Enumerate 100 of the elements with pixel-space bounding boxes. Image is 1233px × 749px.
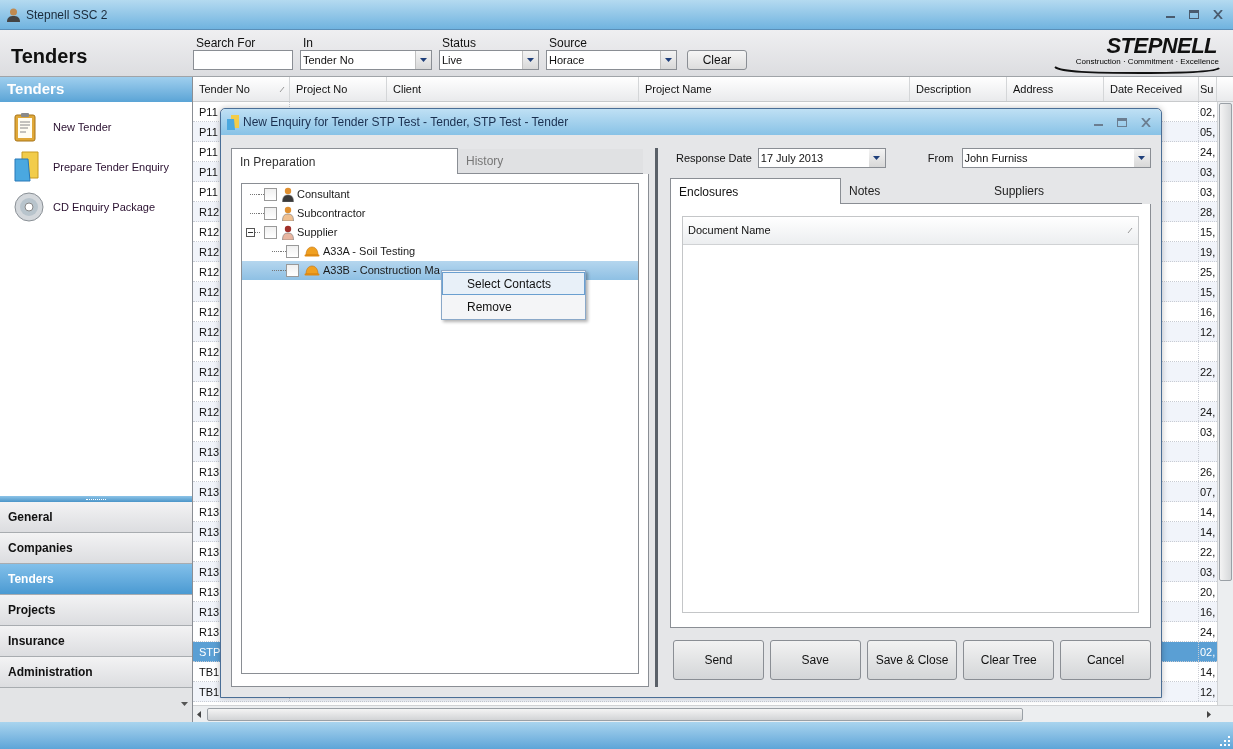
dialog-button[interactable]: Cancel — [1060, 640, 1151, 680]
sort-icon — [1127, 227, 1133, 234]
filter-label: Source — [548, 35, 589, 50]
checkbox[interactable] — [264, 226, 277, 239]
folder-icon — [14, 151, 40, 183]
table-cell-text: 15, — [1199, 285, 1217, 300]
dialog-button[interactable]: Save — [769, 640, 861, 680]
dropdown-arrow-icon[interactable] — [181, 702, 188, 706]
dialog-button[interactable]: Save & Close — [866, 640, 958, 680]
nav-item[interactable]: Companies — [0, 533, 192, 564]
maximize-icon[interactable] — [1117, 117, 1127, 127]
table-cell-text: 03, — [1199, 425, 1217, 440]
hard-hat-icon — [304, 246, 320, 257]
table-cell-text: 22, — [1199, 545, 1217, 560]
table-cell-text: 24, — [1199, 625, 1217, 640]
column-header[interactable]: Address — [1007, 77, 1104, 101]
close-icon[interactable] — [1141, 117, 1151, 127]
table-cell-text: 03, — [1199, 565, 1217, 580]
tree-item-label: Subcontractor — [297, 206, 366, 222]
table-cell-text: 12, — [1199, 325, 1217, 340]
table-cell-text: 28, — [1199, 205, 1217, 220]
tree-item-label: Consultant — [297, 187, 350, 203]
table-cell-text: 25, — [1199, 265, 1217, 280]
table-cell-text: 05, — [1199, 125, 1217, 140]
column-header[interactable]: Project No — [290, 77, 387, 101]
dropdown-arrow-icon — [1138, 156, 1145, 160]
table-cell-text: 03, — [1199, 165, 1217, 180]
table-cell-text: 20, — [1199, 585, 1217, 600]
folder-icon — [227, 114, 239, 130]
tab[interactable]: History — [458, 149, 643, 174]
person-icon — [282, 206, 294, 221]
filter-dropdown[interactable]: Live — [439, 50, 539, 70]
table-cell-text: 24, — [1199, 405, 1217, 420]
filter-label: Search For — [195, 35, 257, 50]
column-header[interactable]: Document Name — [683, 217, 1138, 244]
splitter-handle[interactable] — [0, 496, 192, 502]
tree-item-label: A33A - Soil Testing — [323, 244, 416, 260]
tab[interactable]: Enclosures — [670, 178, 841, 204]
tree-item-label: A33B - Construction Ma — [323, 263, 440, 279]
horizontal-scrollbar[interactable] — [193, 705, 1233, 722]
table-cell-text: 02, — [1199, 645, 1217, 660]
filter-label: Status — [441, 35, 478, 50]
dropdown-arrow-icon — [527, 58, 534, 62]
table-cell-text: 02, — [1199, 105, 1217, 120]
scroll-left-icon[interactable] — [197, 710, 201, 718]
clear-button[interactable]: Clear — [687, 50, 747, 70]
hard-hat-icon — [304, 265, 320, 276]
filter-dropdown[interactable]: Tender No — [300, 50, 432, 70]
column-header[interactable]: Date Received — [1104, 77, 1199, 101]
scroll-right-icon[interactable] — [1207, 710, 1211, 718]
vertical-scrollbar[interactable] — [1217, 102, 1233, 705]
table-cell-text: 14, — [1199, 505, 1217, 520]
app-icon — [6, 7, 21, 22]
field-label: Response Date — [676, 150, 752, 166]
filter-dropdown[interactable]: Horace — [546, 50, 677, 70]
checkbox[interactable] — [264, 207, 277, 220]
menu-item[interactable]: Remove — [442, 295, 585, 318]
dropdown-arrow-icon — [873, 156, 881, 160]
date-picker[interactable]: 17 July 2013 — [757, 148, 886, 168]
table-cell-text: 16, — [1199, 305, 1217, 320]
table-cell-text: 15, — [1199, 225, 1217, 240]
maximize-icon[interactable] — [1189, 10, 1199, 19]
checkbox[interactable] — [286, 245, 299, 258]
table-cell-text: 19, — [1199, 245, 1217, 260]
tree-item-label: Supplier — [297, 225, 338, 241]
table-cell-text: 14, — [1199, 525, 1217, 540]
filter-label: In — [302, 35, 314, 50]
dropdown-arrow-icon — [420, 58, 427, 62]
dialog-button[interactable]: Clear Tree — [963, 640, 1055, 680]
menu-item[interactable]: Select Contacts — [442, 272, 585, 295]
search-field[interactable] — [193, 50, 293, 70]
table-cell-text: 12, — [1199, 685, 1217, 700]
checkbox[interactable] — [286, 264, 299, 277]
nav-item[interactable]: Administration — [0, 657, 192, 688]
resize-grip-icon[interactable] — [1220, 736, 1230, 746]
column-header[interactable]: Client — [387, 77, 639, 101]
clipboard-icon — [14, 112, 36, 142]
collapse-icon[interactable] — [246, 228, 255, 237]
table-cell-text: 26, — [1199, 465, 1217, 480]
dropdown-arrow-icon — [665, 58, 672, 62]
nav-item[interactable]: Projects — [0, 595, 192, 626]
company-logo: STEPNELL Construction · Commitment · Excellence — [1051, 35, 1221, 75]
nav-item[interactable]: General — [0, 502, 192, 533]
sidebar-action[interactable]: CD Enquiry Package — [0, 189, 192, 225]
sidebar-action[interactable]: New Tender — [0, 109, 192, 145]
from-dropdown[interactable]: John Furniss — [961, 148, 1151, 168]
checkbox[interactable] — [264, 188, 277, 201]
close-icon[interactable] — [1213, 10, 1223, 19]
column-header[interactable]: Su — [1199, 77, 1217, 101]
column-header[interactable]: Tender No — [193, 77, 290, 101]
dialog-button[interactable]: Send — [673, 640, 764, 680]
tab[interactable]: In Preparation — [231, 148, 458, 174]
nav-item[interactable]: Insurance — [0, 626, 192, 657]
sidebar-action[interactable]: Prepare Tender Enquiry — [0, 149, 192, 185]
sidebar-header: Tenders — [0, 77, 192, 102]
page-title: Tenders — [10, 44, 89, 69]
table-cell-text: 24, — [1199, 145, 1217, 160]
column-header[interactable]: Project Name — [639, 77, 910, 101]
disc-icon — [14, 192, 44, 222]
column-header[interactable]: Description — [910, 77, 1007, 101]
